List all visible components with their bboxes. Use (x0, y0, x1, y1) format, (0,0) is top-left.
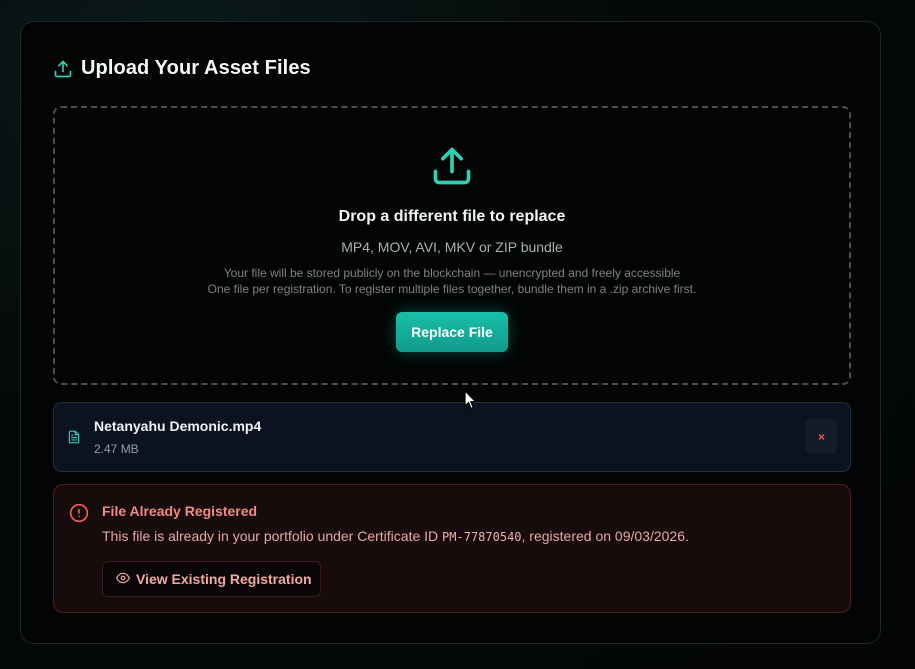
alert-message-suffix: , registered on 09/03/2026. (521, 528, 689, 544)
alert-title: File Already Registered (102, 503, 258, 519)
certificate-id: PM-77870540 (442, 530, 522, 544)
dropzone-note-storage: Your file will be stored publicly on the… (223, 266, 681, 280)
replace-file-button[interactable]: Replace File (396, 312, 508, 352)
dropzone-note-bundle: One file per registration. To register m… (207, 282, 697, 296)
card-header: Upload Your Asset Files (53, 57, 311, 80)
remove-file-button[interactable]: × (805, 419, 838, 454)
duplicate-file-alert: File Already Registered This file is alr… (53, 484, 851, 613)
upload-card: Upload Your Asset Files Drop a different… (20, 21, 881, 644)
alert-circle-icon (69, 503, 89, 528)
dropzone-formats: MP4, MOV, AVI, MKV or ZIP bundle (341, 239, 563, 255)
eye-icon (116, 571, 130, 588)
mouse-cursor-icon (464, 390, 477, 415)
dropzone-title: Drop a different file to replace (338, 208, 566, 225)
file-name: Netanyahu Demonic.mp4 (94, 418, 262, 434)
upload-icon (430, 144, 474, 193)
alert-message-prefix: This file is already in your portfolio u… (102, 528, 443, 544)
file-text-icon (67, 429, 81, 450)
selected-file-row: Netanyahu Demonic.mp4 2.47 MB × (53, 402, 851, 472)
file-dropzone[interactable]: Drop a different file to replace MP4, MO… (53, 106, 851, 385)
view-existing-registration-button[interactable]: View Existing Registration (102, 561, 321, 597)
view-existing-registration-label: View Existing Registration (136, 571, 312, 587)
alert-message: This file is already in your portfolio u… (102, 528, 689, 544)
file-size: 2.47 MB (94, 442, 139, 456)
page-title: Upload Your Asset Files (81, 57, 311, 79)
upload-icon (53, 59, 73, 79)
